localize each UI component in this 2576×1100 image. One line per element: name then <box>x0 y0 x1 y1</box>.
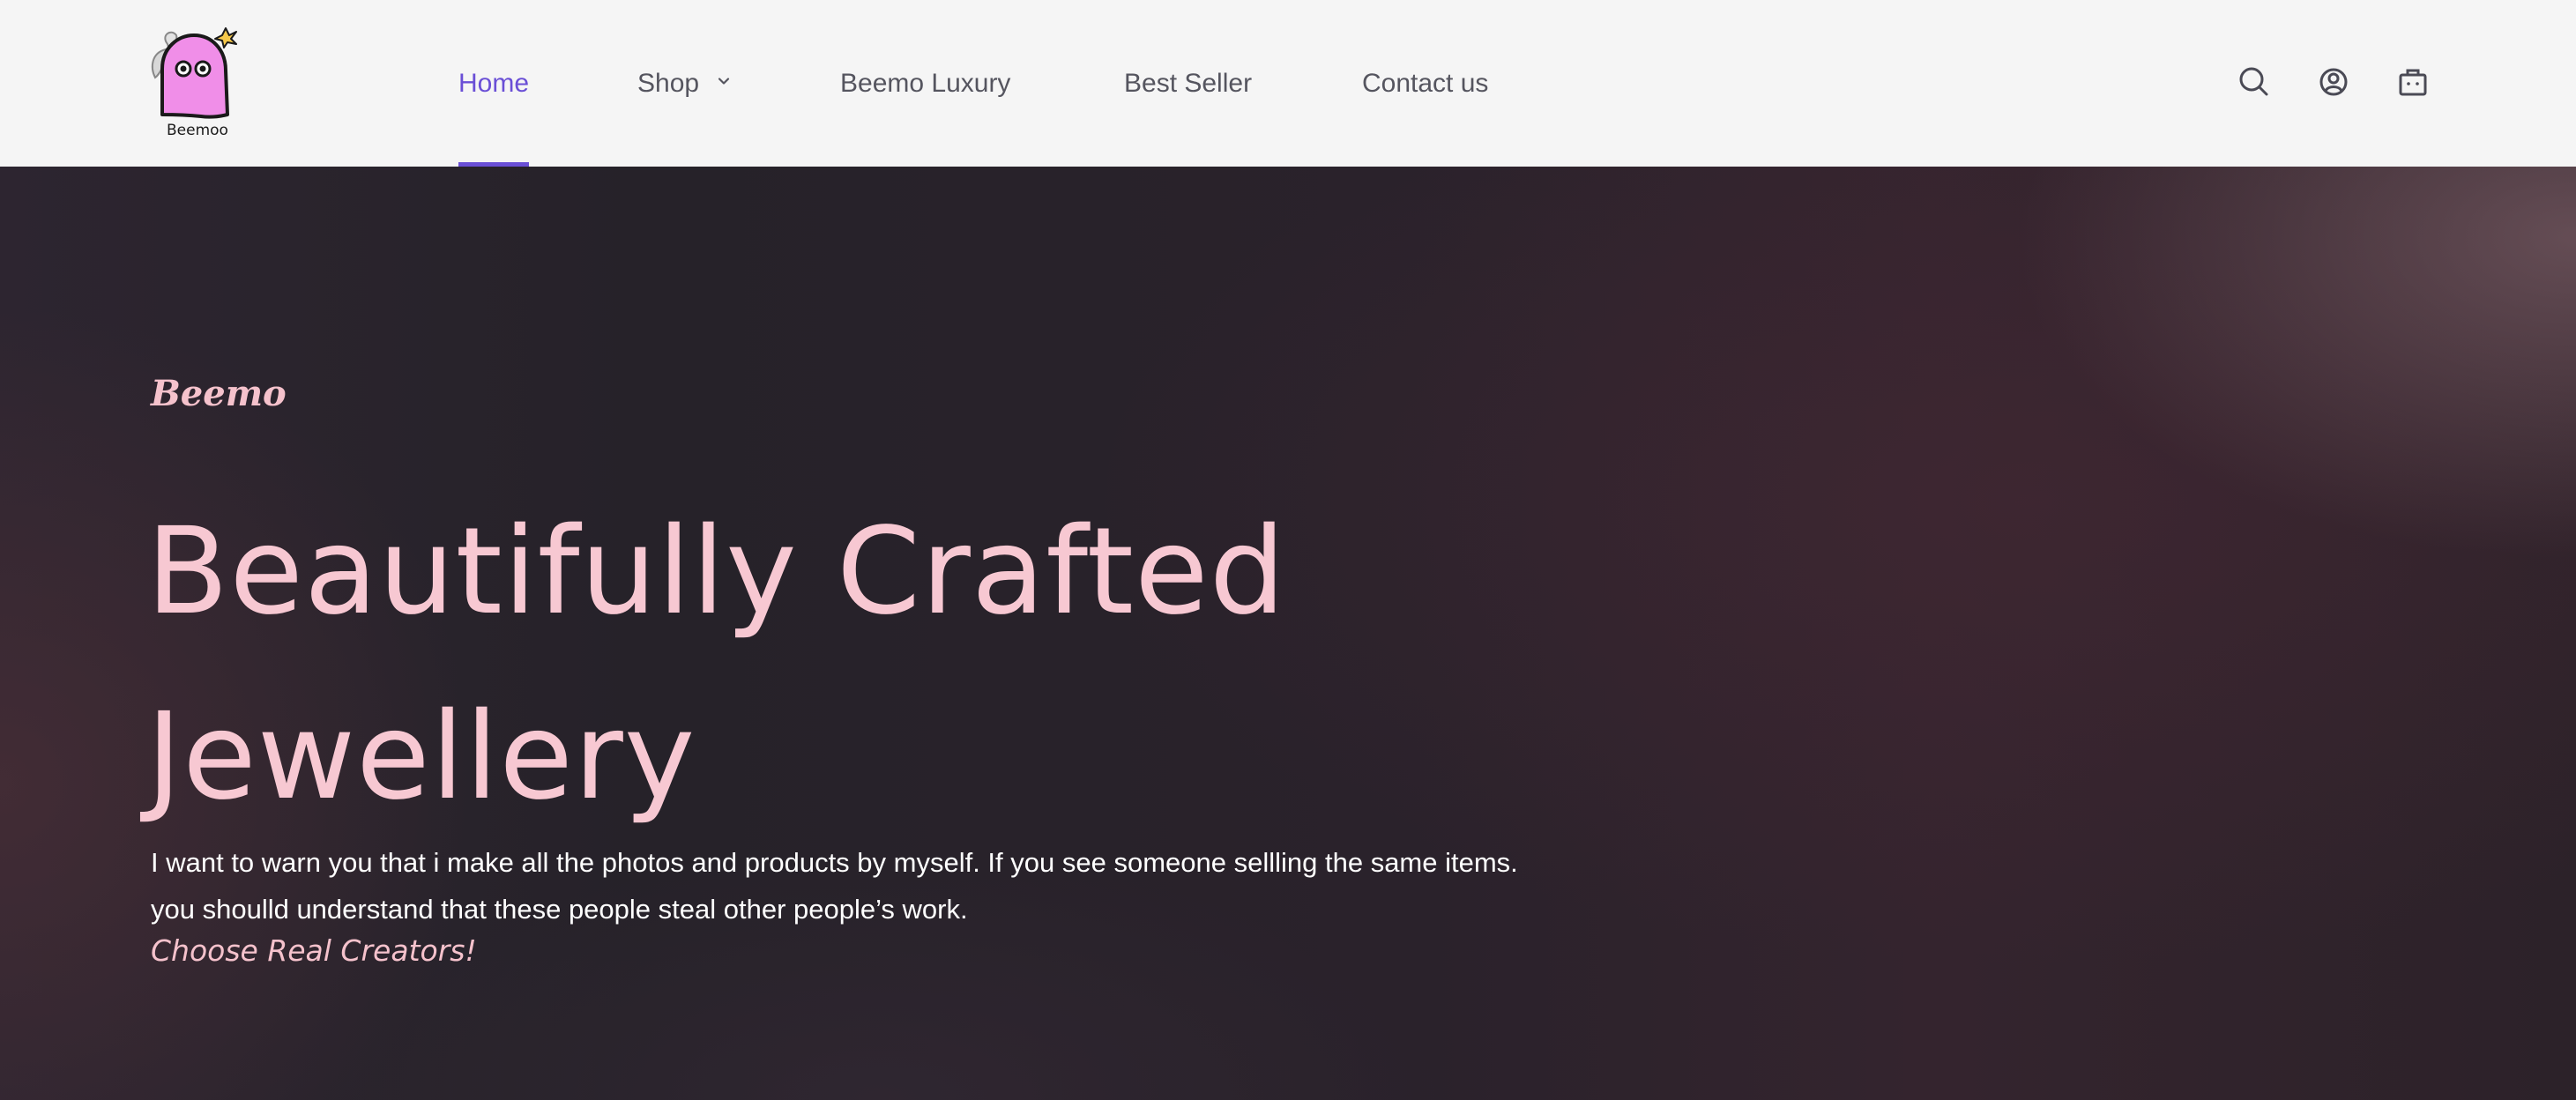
nav-item-label: Contact us <box>1362 68 1489 98</box>
hero-banner: Beemo Beautifully Crafted Jewellery I wa… <box>0 167 2576 1100</box>
cart-icon[interactable] <box>2393 62 2433 102</box>
hero-tagline: Choose Real Creators! <box>151 933 477 968</box>
account-icon[interactable] <box>2313 62 2354 102</box>
logo[interactable]: Beemoo <box>148 23 247 142</box>
logo-text: Beemoo <box>167 122 228 139</box>
nav-item-label: Home <box>458 68 530 98</box>
nav-item-beemo-luxury[interactable]: Beemo Luxury <box>840 0 1010 167</box>
hero-description: I want to warn you that i make all the p… <box>151 847 1518 925</box>
site-header: Beemoo Home Shop Beemo Luxury Best Selle… <box>0 0 2576 167</box>
hero-title-line2: Jewellery <box>146 688 696 827</box>
hero-title: Beautifully Crafted Jewellery <box>146 479 1645 850</box>
nav-item-label: Shop <box>637 68 700 98</box>
hero-eyebrow: Beemo <box>151 373 287 414</box>
chevron-down-icon <box>717 74 731 88</box>
nav-item-home[interactable]: Home <box>458 0 530 167</box>
nav-item-shop[interactable]: Shop <box>637 0 731 167</box>
nav-item-best-seller[interactable]: Best Seller <box>1124 0 1252 167</box>
pink-ghost-logo-icon: Beemoo <box>151 27 237 139</box>
search-icon[interactable] <box>2234 62 2274 102</box>
nav-item-label: Best Seller <box>1124 68 1253 98</box>
nav-item-label: Beemo Luxury <box>840 68 1011 98</box>
hero-title-line1: Beautifully Crafted <box>146 502 1287 642</box>
nav-item-contact-us[interactable]: Contact us <box>1362 0 1488 167</box>
